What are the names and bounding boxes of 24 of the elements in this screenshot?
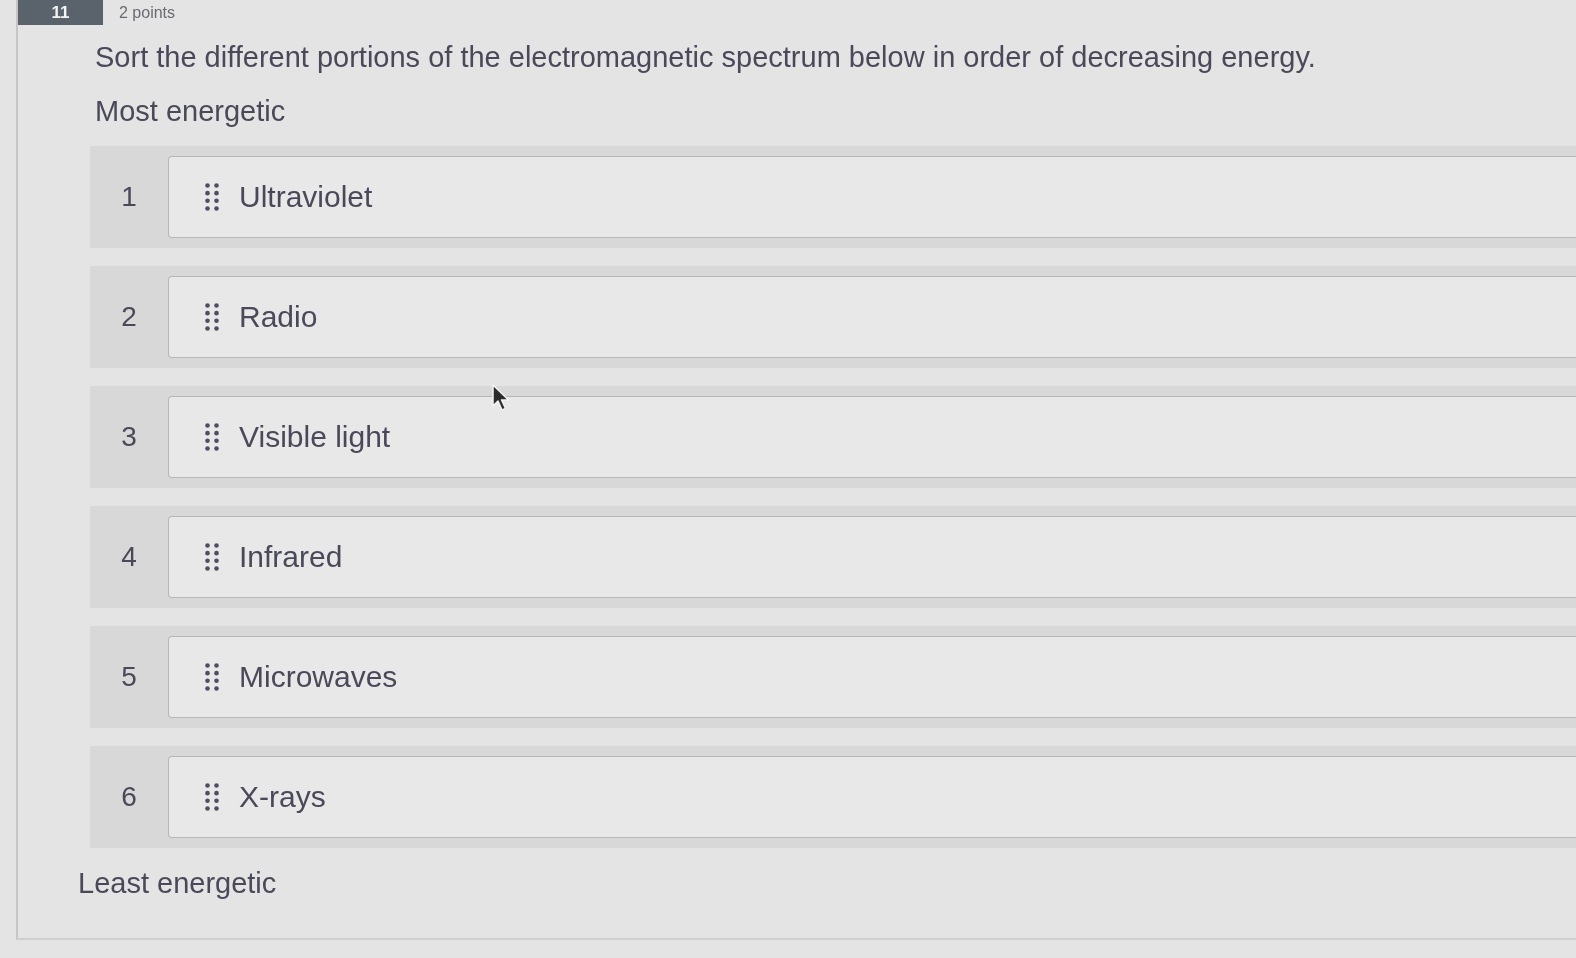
least-energetic-label: Least energetic: [78, 866, 277, 900]
draggable-item[interactable]: X-rays: [168, 756, 1576, 838]
draggable-item[interactable]: Radio: [168, 276, 1576, 358]
draggable-item[interactable]: Ultraviolet: [168, 156, 1576, 238]
drag-handle-icon: [205, 303, 219, 331]
position-number: 6: [120, 781, 138, 813]
cursor-icon: [492, 384, 510, 412]
points-label: 2 points: [119, 3, 176, 22]
question-text: Sort the different portions of the electromagnetic spectrum below in order of decreasing energy.: [95, 40, 1316, 74]
drag-handle-icon: [205, 783, 219, 811]
position-number: 1: [120, 181, 138, 213]
question-number-badge: 11: [18, 0, 103, 25]
drag-handle-icon: [205, 543, 219, 571]
draggable-item[interactable]: Microwaves: [168, 636, 1576, 718]
draggable-item[interactable]: Infrared: [168, 516, 1576, 598]
position-number: 5: [120, 661, 138, 693]
draggable-item[interactable]: Visible light: [168, 396, 1576, 478]
most-energetic-label: Most energetic: [95, 94, 286, 128]
position-number: 3: [120, 421, 138, 453]
drag-handle-icon: [205, 663, 219, 691]
position-number: 2: [120, 301, 138, 333]
position-number: 4: [120, 541, 138, 573]
drag-handle-icon: [205, 183, 219, 211]
drag-handle-icon: [205, 423, 219, 451]
